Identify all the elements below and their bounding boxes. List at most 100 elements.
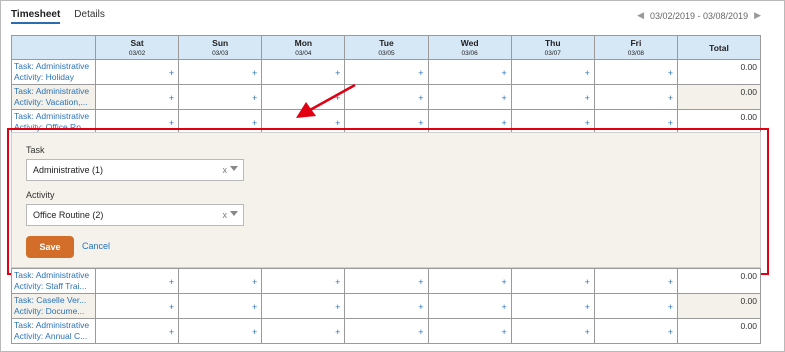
task-name-link[interactable]: Task: Administrative bbox=[14, 61, 95, 72]
day-cell[interactable]: + bbox=[344, 268, 429, 294]
activity-name-link[interactable]: Activity: Holiday bbox=[14, 72, 95, 83]
day-cell[interactable]: + bbox=[427, 59, 512, 85]
add-time-icon[interactable]: + bbox=[668, 118, 673, 128]
add-time-icon[interactable]: + bbox=[501, 277, 506, 287]
add-time-icon[interactable]: + bbox=[335, 302, 340, 312]
task-activity-cell[interactable]: Task: Administrative Activity: Staff Trai… bbox=[11, 268, 96, 294]
add-time-icon[interactable]: + bbox=[252, 302, 257, 312]
day-cell[interactable]: + bbox=[427, 318, 512, 344]
add-time-icon[interactable]: + bbox=[668, 302, 673, 312]
row-total: 0.00 bbox=[677, 268, 761, 294]
day-cell[interactable]: + bbox=[178, 318, 263, 344]
add-time-icon[interactable]: + bbox=[335, 277, 340, 287]
day-cell[interactable]: + bbox=[261, 59, 346, 85]
column-header-sat: Sat 03/02 bbox=[94, 35, 180, 60]
day-cell[interactable]: + bbox=[344, 59, 429, 85]
add-time-icon[interactable]: + bbox=[585, 302, 590, 312]
add-time-icon[interactable]: + bbox=[418, 277, 423, 287]
add-time-icon[interactable]: + bbox=[252, 68, 257, 78]
add-time-icon[interactable]: + bbox=[501, 327, 506, 337]
activity-name-link[interactable]: Activity: Annual C... bbox=[14, 331, 95, 342]
day-cell[interactable]: + bbox=[427, 84, 512, 110]
add-time-icon[interactable]: + bbox=[252, 327, 257, 337]
day-cell[interactable]: + bbox=[344, 318, 429, 344]
day-cell[interactable]: + bbox=[427, 268, 512, 294]
add-time-icon[interactable]: + bbox=[169, 277, 174, 287]
add-time-icon[interactable]: + bbox=[668, 93, 673, 103]
task-name-link[interactable]: Task: Administrative bbox=[14, 270, 95, 281]
add-time-icon[interactable]: + bbox=[418, 302, 423, 312]
prev-week-icon[interactable]: ◀ bbox=[637, 10, 644, 21]
add-time-icon[interactable]: + bbox=[418, 93, 423, 103]
add-time-icon[interactable]: + bbox=[335, 68, 340, 78]
day-cell[interactable]: + bbox=[510, 84, 595, 110]
day-cell[interactable]: + bbox=[510, 293, 595, 319]
day-cell[interactable]: + bbox=[344, 293, 429, 319]
add-time-icon[interactable]: + bbox=[335, 93, 340, 103]
day-cell[interactable]: + bbox=[178, 293, 263, 319]
day-cell[interactable]: + bbox=[593, 293, 679, 319]
add-time-icon[interactable]: + bbox=[585, 118, 590, 128]
task-name-link[interactable]: Task: Caselle Ver... bbox=[14, 295, 95, 306]
add-time-icon[interactable]: + bbox=[501, 68, 506, 78]
next-week-icon[interactable]: ▶ bbox=[754, 10, 761, 21]
tab-details[interactable]: Details bbox=[74, 9, 105, 24]
add-time-icon[interactable]: + bbox=[252, 93, 257, 103]
add-time-icon[interactable]: + bbox=[585, 327, 590, 337]
add-time-icon[interactable]: + bbox=[668, 68, 673, 78]
add-time-icon[interactable]: + bbox=[169, 327, 174, 337]
add-time-icon[interactable]: + bbox=[169, 68, 174, 78]
task-name-link[interactable]: Task: Administrative bbox=[14, 320, 95, 331]
day-cell[interactable]: + bbox=[94, 318, 180, 344]
tab-timesheet[interactable]: Timesheet bbox=[11, 9, 61, 24]
add-time-icon[interactable]: + bbox=[501, 302, 506, 312]
day-cell[interactable]: + bbox=[261, 293, 346, 319]
add-time-icon[interactable]: + bbox=[169, 93, 174, 103]
day-cell[interactable]: + bbox=[94, 293, 180, 319]
activity-name-link[interactable]: Activity: Vacation,... bbox=[14, 97, 95, 108]
task-name-link[interactable]: Task: Administrative bbox=[14, 86, 95, 97]
day-cell[interactable]: + bbox=[344, 84, 429, 110]
add-time-icon[interactable]: + bbox=[585, 277, 590, 287]
day-cell[interactable]: + bbox=[593, 318, 679, 344]
add-time-icon[interactable]: + bbox=[585, 93, 590, 103]
task-activity-cell[interactable]: Task: Administrative Activity: Annual C..… bbox=[11, 318, 96, 344]
day-cell[interactable]: + bbox=[593, 59, 679, 85]
table-row: Task: Administrative Activity: Holiday + + +… bbox=[11, 59, 761, 85]
activity-name-link[interactable]: Activity: Docume... bbox=[14, 306, 95, 317]
add-time-icon[interactable]: + bbox=[335, 118, 340, 128]
task-activity-cell[interactable]: Task: Administrative Activity: Holiday bbox=[11, 59, 96, 85]
add-time-icon[interactable]: + bbox=[335, 327, 340, 337]
day-cell[interactable]: + bbox=[510, 318, 595, 344]
day-cell[interactable]: + bbox=[510, 59, 595, 85]
day-cell[interactable]: + bbox=[261, 318, 346, 344]
activity-name-link[interactable]: Activity: Staff Trai... bbox=[14, 281, 95, 292]
day-cell[interactable]: + bbox=[427, 293, 512, 319]
task-name-link[interactable]: Task: Administrative bbox=[14, 111, 95, 122]
day-cell[interactable]: + bbox=[178, 268, 263, 294]
day-cell[interactable]: + bbox=[94, 59, 180, 85]
add-time-icon[interactable]: + bbox=[169, 302, 174, 312]
task-activity-cell[interactable]: Task: Caselle Ver... Activity: Docume... bbox=[11, 293, 96, 319]
add-time-icon[interactable]: + bbox=[501, 118, 506, 128]
add-time-icon[interactable]: + bbox=[668, 327, 673, 337]
add-time-icon[interactable]: + bbox=[585, 68, 590, 78]
day-cell[interactable]: + bbox=[261, 268, 346, 294]
day-cell[interactable]: + bbox=[261, 84, 346, 110]
day-cell[interactable]: + bbox=[510, 268, 595, 294]
add-time-icon[interactable]: + bbox=[252, 118, 257, 128]
day-cell[interactable]: + bbox=[94, 84, 180, 110]
add-time-icon[interactable]: + bbox=[418, 68, 423, 78]
add-time-icon[interactable]: + bbox=[668, 277, 673, 287]
day-cell[interactable]: + bbox=[178, 84, 263, 110]
add-time-icon[interactable]: + bbox=[169, 118, 174, 128]
day-cell[interactable]: + bbox=[94, 268, 180, 294]
day-cell[interactable]: + bbox=[178, 59, 263, 85]
day-cell[interactable]: + bbox=[593, 268, 679, 294]
add-time-icon[interactable]: + bbox=[418, 327, 423, 337]
add-time-icon[interactable]: + bbox=[252, 277, 257, 287]
task-activity-cell[interactable]: Task: Administrative Activity: Vacation,.… bbox=[11, 84, 96, 110]
day-cell[interactable]: + bbox=[593, 84, 679, 110]
add-time-icon[interactable]: + bbox=[418, 118, 423, 128]
add-time-icon[interactable]: + bbox=[501, 93, 506, 103]
